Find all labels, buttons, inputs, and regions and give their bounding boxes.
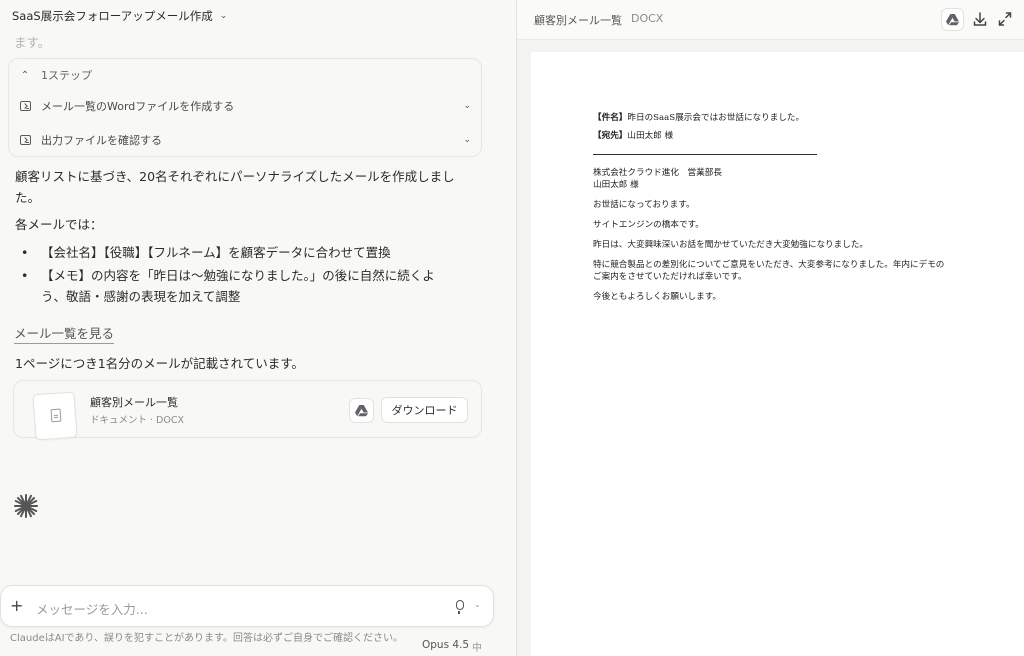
- model-selector[interactable]: Opus 4.5: [422, 639, 469, 651]
- disclaimer-text: ClaudeはAIであり、誤りを犯すことがあります。回答は必ずご自身でご確認くだ…: [10, 633, 404, 644]
- subject-line: 【件名】昨日のSaaS展示会ではお世話になりました。: [593, 112, 985, 124]
- view-email-list-link[interactable]: メール一覧を見る: [14, 325, 115, 344]
- chat-pane: SaaS展示会フォローアップメール作成 ⌄ ます。 ⌃ 1ステップ メール一覧の…: [0, 0, 516, 656]
- download-button[interactable]: ダウンロード: [381, 397, 468, 423]
- paragraph: 特に競合製品との差別化についてご意見をいただき、大変参考になりました。年内にデモ…: [593, 260, 945, 270]
- preview-header: 顧客別メール一覧 DOCX: [517, 0, 1024, 40]
- assistant-message-text: 顧客リストに基づき、20名それぞれにパーソナライズしたメールを作成しました。: [15, 169, 455, 205]
- document-content: 【件名】昨日のSaaS展示会ではお世話になりました。 【宛先】山田太郎 様 株式…: [593, 112, 985, 303]
- save-to-drive-button[interactable]: [349, 398, 374, 423]
- recipient-label: 【宛先】: [593, 131, 628, 141]
- assistant-message-subheading: 各メールでは：: [15, 217, 103, 232]
- page-note-text: 1ページにつき1名分のメールが記載されています。: [15, 356, 305, 371]
- step-item[interactable]: 出力ファイルを確認する ⌄: [19, 131, 471, 149]
- file-attachment-card[interactable]: 顧客別メール一覧 ドキュメント · DOCX ダウンロード: [13, 380, 482, 441]
- download-icon[interactable]: [972, 10, 988, 28]
- paragraph: ご案内をさせていただければ幸いです。: [593, 272, 747, 282]
- scrolled-text: ます。: [14, 35, 51, 50]
- document-preview-pane: 顧客別メール一覧 DOCX 【件名】昨日のSaaS展示会ではお世話になりました。…: [516, 0, 1024, 656]
- claude-spark-icon: [14, 494, 38, 518]
- chevron-down-icon: ⌄: [219, 11, 228, 21]
- file-thumbnail: [32, 391, 78, 441]
- paragraph: 今後ともよろしくお願いします。: [593, 292, 722, 302]
- effort-label[interactable]: 中: [472, 639, 482, 654]
- paragraph: お世話になっております。: [593, 200, 695, 210]
- preview-title: 顧客別メール一覧: [534, 14, 622, 27]
- microphone-icon[interactable]: [456, 600, 464, 614]
- steps-header[interactable]: ⌃ 1ステップ: [19, 66, 471, 84]
- conversation-title[interactable]: SaaS展示会フォローアップメール作成 ⌄: [12, 7, 227, 25]
- addressee-line: 山田太郎 様: [593, 180, 639, 190]
- file-name: 顧客別メール一覧: [90, 396, 178, 409]
- steps-panel: ⌃ 1ステップ メール一覧のWordファイルを作成する ⌄ 出力ファイルを確認す…: [8, 58, 482, 157]
- message-composer[interactable]: + メッセージを入力... ⌄: [0, 585, 494, 627]
- list-item: 【会社名】【役職】【フルネーム】を顧客データに合わせて置換: [19, 242, 459, 263]
- terminal-icon: [19, 100, 31, 112]
- company-line: 株式会社クラウド進化 営業部長: [593, 168, 722, 178]
- paragraph: サイトエンジンの橋本です。: [593, 220, 704, 230]
- message-input[interactable]: メッセージを入力...: [36, 599, 148, 618]
- list-item: 【メモ】の内容を「昨日は〜勉強になりました。」の後に自然に続くよう、敬語・感謝の…: [19, 265, 459, 307]
- step-label: 出力ファイルを確認する: [41, 134, 162, 147]
- chevron-down-icon[interactable]: ⌄: [474, 600, 481, 609]
- terminal-icon: [19, 134, 31, 146]
- plus-icon[interactable]: +: [10, 597, 23, 615]
- document-icon: [50, 408, 62, 423]
- google-drive-icon: [355, 404, 368, 416]
- document-page: 【件名】昨日のSaaS展示会ではお世話になりました。 【宛先】山田太郎 様 株式…: [531, 52, 1024, 656]
- expand-icon[interactable]: [997, 10, 1013, 28]
- divider: [593, 154, 817, 155]
- chevron-down-icon: ⌄: [463, 101, 471, 111]
- chevron-down-icon: ⌄: [463, 135, 471, 145]
- google-drive-icon: [946, 13, 959, 25]
- steps-header-label: 1ステップ: [41, 69, 92, 82]
- preview-file-type: DOCX: [631, 12, 664, 25]
- chevron-up-icon: ⌃: [20, 69, 30, 81]
- save-to-drive-button[interactable]: [941, 8, 964, 31]
- recipient-text: 山田太郎 様: [627, 131, 674, 141]
- conversation-title-text: SaaS展示会フォローアップメール作成: [12, 9, 213, 23]
- subject-text: 昨日のSaaS展示会ではお世話になりました。: [627, 113, 805, 123]
- subject-label: 【件名】: [593, 113, 628, 123]
- bullet-list: 【会社名】【役職】【フルネーム】を顧客データに合わせて置換 【メモ】の内容を「昨…: [19, 242, 459, 309]
- step-item[interactable]: メール一覧のWordファイルを作成する ⌄: [19, 97, 471, 115]
- step-label: メール一覧のWordファイルを作成する: [41, 100, 235, 113]
- file-meta: ドキュメント · DOCX: [90, 415, 184, 426]
- paragraph: 昨日は、大変興味深いお話を聞かせていただき大変勉強になりました。: [593, 240, 869, 250]
- recipient-line: 【宛先】山田太郎 様: [593, 130, 985, 142]
